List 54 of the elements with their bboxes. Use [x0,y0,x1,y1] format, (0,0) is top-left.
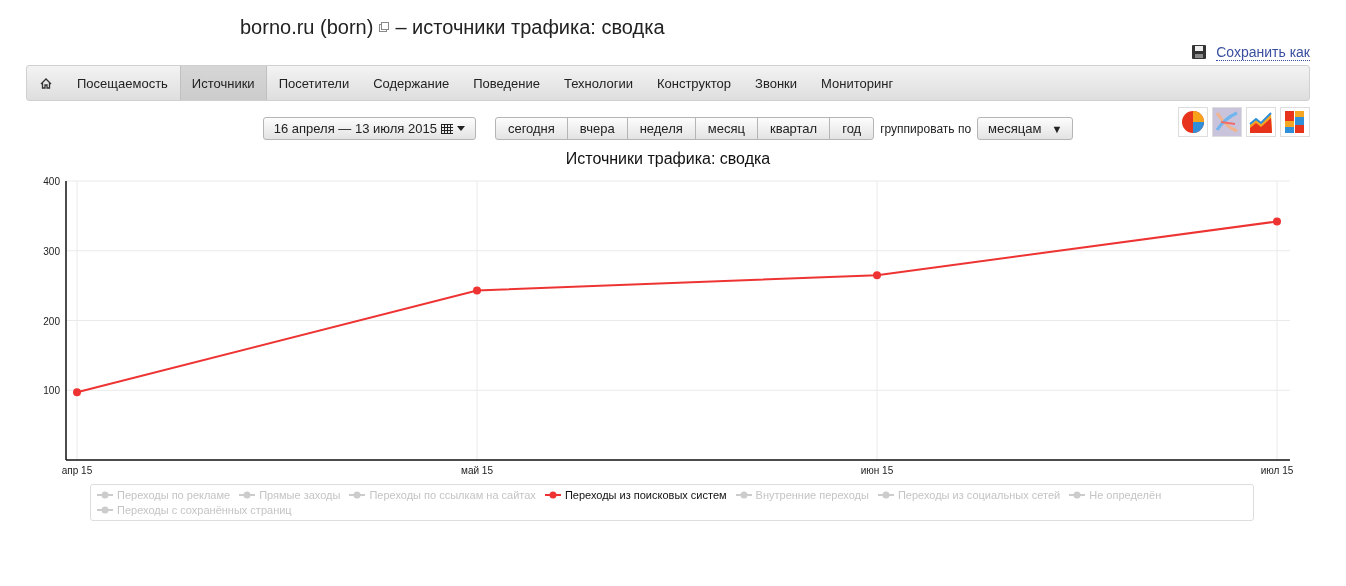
period-button[interactable]: месяц [694,117,758,140]
y-tick-label: 300 [43,245,60,257]
x-tick-label: апр 15 [61,465,93,476]
legend-marker-icon [97,491,113,499]
period-button[interactable]: квартал [756,117,831,140]
site-name: borno.ru (born) [240,15,374,39]
nav-tab[interactable]: Конструктор [644,66,744,100]
nav-tab[interactable]: Поведение [461,66,552,100]
nav-tab[interactable]: Источники [179,66,267,100]
chart-title: Источники трафика: сводка [564,150,772,168]
chart-type-button[interactable] [1246,107,1276,137]
data-point [473,286,481,295]
legend-marker-icon [877,491,894,499]
period-button[interactable]: вчера [566,117,628,140]
legend-marker-icon [239,491,256,499]
nav-tab[interactable]: Мониторинг [809,66,906,100]
data-point [1273,217,1281,226]
period-button[interactable]: сегодня [494,117,568,140]
nav-tab[interactable]: Посетители [266,66,362,100]
y-tick-label: 100 [43,385,60,397]
data-point [73,388,81,397]
line-chart-icon [1215,110,1239,134]
pie-chart-icon [1181,110,1205,134]
x-tick-label: июл 15 [1260,465,1294,476]
legend-marker-icon [544,491,561,499]
nav-tab[interactable]: Содержание [361,66,462,100]
legend-item[interactable]: Переходы из поисковых систем [544,489,727,501]
caret-icon [456,126,465,131]
area-chart-icon [1249,110,1273,134]
chart-type-button[interactable] [1280,107,1310,137]
stacked-bar-icon [1283,110,1307,134]
nav-tab[interactable]: Посещаемость [65,66,180,100]
legend-marker-icon [349,491,366,499]
chart-type-button[interactable] [1178,107,1208,137]
data-point [873,271,881,280]
legend-marker-icon [1069,491,1086,499]
period-button[interactable]: неделя [626,117,696,140]
legend-marker-icon [735,491,752,499]
nav-tab[interactable]: Звонки [743,66,810,100]
legend-marker-icon [97,506,113,514]
y-tick-label: 400 [43,176,60,187]
period-button[interactable]: год [829,117,875,140]
x-tick-label: июн 15 [860,465,894,476]
page-title: – источники трафика: сводка [395,15,665,39]
date-range-button[interactable]: 16 апреля — 13 июля 2015 [262,117,476,140]
x-tick-label: май 15 [461,465,493,476]
calendar-icon [440,123,453,134]
group-by-select[interactable]: месяцам ▼ [977,117,1074,140]
external-window-icon[interactable] [379,22,390,32]
y-tick-label: 200 [43,315,60,327]
home-icon [40,77,52,89]
nav-tab[interactable]: Технологии [551,66,645,100]
save-as-link[interactable]: Сохранить как [1216,43,1310,61]
group-by-label: группировать по [880,121,972,136]
